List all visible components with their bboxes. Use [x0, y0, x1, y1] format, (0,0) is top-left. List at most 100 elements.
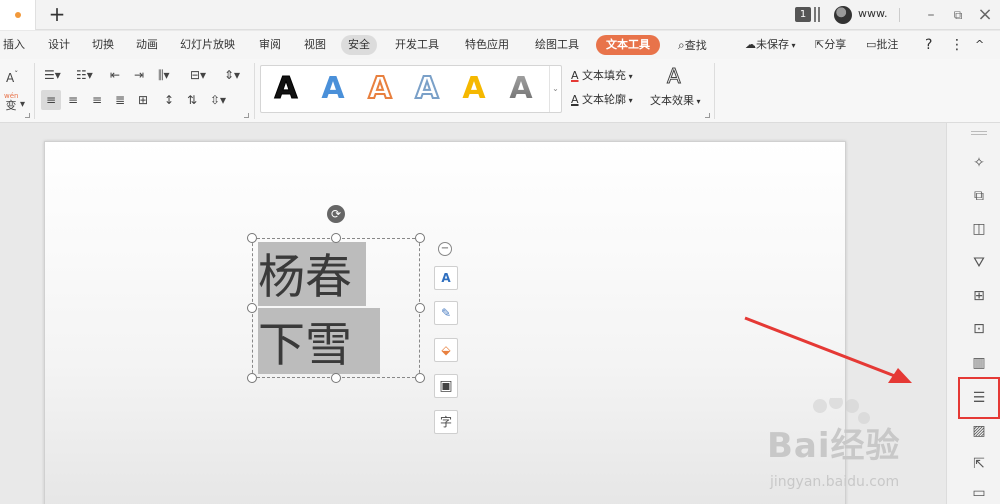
text-direction-icon[interactable]: ⫼▾ [158, 67, 170, 83]
align-text-icon[interactable]: ⊟▾ [190, 67, 206, 83]
panel-grip-icon[interactable] [971, 131, 987, 135]
outline-icon[interactable]: ▣ [434, 374, 458, 398]
font-size-button[interactable]: Aˇ [6, 67, 18, 86]
text-direction-button[interactable]: A [434, 266, 458, 290]
divider [714, 63, 715, 119]
wordart-style-blue[interactable]: A [313, 69, 353, 109]
resize-handle[interactable] [415, 233, 425, 243]
resize-handle[interactable] [331, 373, 341, 383]
unsaved-button[interactable]: ☁未保存 ▾ [745, 35, 796, 55]
tab-transition[interactable]: 切换 [92, 35, 114, 55]
slide-text-line[interactable]: 杨春 [258, 249, 352, 307]
tab-animation[interactable]: 动画 [136, 35, 158, 55]
tab-drawing-tools[interactable]: 绘图工具 [535, 35, 579, 55]
text-direction-icon: A [441, 271, 451, 285]
resize-handle[interactable] [415, 373, 425, 383]
numbered-list-icon[interactable]: ☷▾ [76, 67, 93, 83]
new-tab-button[interactable]: + [46, 2, 68, 26]
spacing-options-icon[interactable]: ⇳▾ [210, 92, 226, 108]
tab-security[interactable]: 安全 [341, 35, 377, 55]
resize-handle[interactable] [415, 303, 425, 313]
tab-insert[interactable]: 插入 [3, 35, 25, 55]
chevron-down-icon: ▾ [626, 96, 633, 105]
char-format-icon: 字 [439, 415, 452, 429]
unsaved-dot-icon [15, 12, 21, 18]
justify-icon[interactable]: ≣ [115, 92, 125, 108]
paragraph-spacing-icon[interactable]: ↕ [164, 92, 174, 108]
tab-review[interactable]: 审阅 [259, 35, 281, 55]
document-tab[interactable] [0, 0, 36, 30]
search-button[interactable]: ⌕查找 [678, 35, 707, 55]
annotation-arrow [744, 316, 912, 383]
resize-handle[interactable] [331, 233, 341, 243]
text-outline-button[interactable]: A 文本轮廓 ▾ [571, 92, 633, 109]
restore-button[interactable]: ⧉ [947, 4, 969, 26]
dialog-launcher-icon[interactable] [244, 113, 249, 118]
chevron-down-icon[interactable]: ▾ [20, 97, 25, 113]
collapse-ribbon-button[interactable]: ^ [975, 35, 984, 55]
shapes-icon[interactable]: ◫ [968, 218, 990, 240]
wordart-style-gold[interactable]: A [454, 69, 494, 109]
resize-handle[interactable] [247, 233, 257, 243]
minimize-button[interactable]: – [920, 4, 942, 26]
distribute-icon[interactable]: ⊞ [138, 92, 148, 108]
layers-icon[interactable]: ⛛ [968, 252, 990, 274]
comment-label: 批注 [876, 38, 899, 51]
grid-icon[interactable]: ⊡ [968, 318, 990, 340]
window-count-badge[interactable]: 1 [795, 7, 811, 22]
text-fill-button[interactable]: A 文本填充 ▾ [571, 68, 633, 85]
help-button[interactable]: ? [925, 35, 932, 55]
bullet-list-icon[interactable]: ☰▾ [44, 67, 61, 83]
export-icon[interactable]: ⇱ [968, 453, 990, 475]
wordart-style-orange-outline[interactable]: A [360, 69, 400, 109]
wordart-style-gray[interactable]: A [501, 69, 541, 109]
rotate-icon[interactable]: ⟳ [327, 205, 345, 223]
picture-icon[interactable]: ▨ [968, 420, 990, 442]
archive-icon[interactable]: ▭ [968, 482, 990, 504]
increase-indent-icon[interactable]: ⇥ [134, 67, 144, 83]
char-format-button[interactable]: 字 [434, 410, 458, 434]
decrease-indent-icon[interactable]: ⇤ [110, 67, 120, 83]
column-spacing-icon[interactable]: ⇅ [187, 92, 197, 108]
collapse-toolbar-button[interactable]: − [438, 242, 452, 256]
user-name[interactable]: www. [858, 7, 887, 20]
share-icon: ⇱ [815, 38, 825, 51]
line-spacing-icon[interactable]: ⇕▾ [224, 67, 240, 83]
dialog-launcher-icon[interactable] [25, 113, 30, 118]
slide-text-line[interactable]: 下雪 [258, 317, 352, 375]
replace-icon[interactable]: ⧉ [968, 185, 990, 207]
avatar[interactable] [834, 6, 852, 24]
title-bar: + 1 www. – ⧉ × [0, 0, 1000, 30]
text-effect-icon[interactable]: A [667, 65, 682, 88]
tab-developer[interactable]: 开发工具 [395, 35, 439, 55]
wordart-style-white-outline[interactable]: A [407, 69, 447, 109]
tab-view[interactable]: 视图 [304, 35, 326, 55]
dialog-launcher-icon[interactable] [705, 113, 710, 118]
chart-icon[interactable]: ▥ [968, 352, 990, 374]
gallery-scroll-button[interactable]: ⌄ [549, 66, 561, 112]
more-button[interactable]: ⋮ [950, 35, 964, 55]
tab-special-apps[interactable]: 特色应用 [465, 35, 509, 55]
highlight-box [958, 377, 1000, 419]
tab-slideshow[interactable]: 幻灯片放映 [180, 35, 235, 55]
close-button[interactable]: × [974, 4, 996, 26]
star-icon[interactable]: ✧ [968, 152, 990, 174]
tab-design[interactable]: 设计 [48, 35, 70, 55]
tab-text-tools[interactable]: 文本工具 [596, 35, 660, 55]
align-left-icon[interactable]: ≡ [41, 90, 61, 110]
resize-handle[interactable] [247, 373, 257, 383]
comment-button[interactable]: ▭批注 [866, 35, 898, 55]
phonetic-guide-button[interactable]: wén 变 [4, 91, 18, 111]
chevron-down-icon: ▾ [626, 72, 633, 81]
text-effect-button[interactable]: 文本效果 ▾ [650, 93, 701, 110]
table-icon[interactable]: ⊞ [968, 285, 990, 307]
align-right-icon[interactable]: ≡ [92, 92, 102, 108]
resize-handle[interactable] [247, 303, 257, 313]
search-label: 查找 [684, 39, 707, 52]
align-center-icon[interactable]: ≡ [68, 92, 78, 108]
window-list-icon[interactable] [814, 7, 820, 22]
brush-icon[interactable]: ✎ [434, 301, 458, 325]
share-button[interactable]: ⇱分享 [815, 35, 846, 55]
wordart-style-black[interactable]: A [266, 69, 306, 109]
fill-icon[interactable]: ⬙ [434, 338, 458, 362]
